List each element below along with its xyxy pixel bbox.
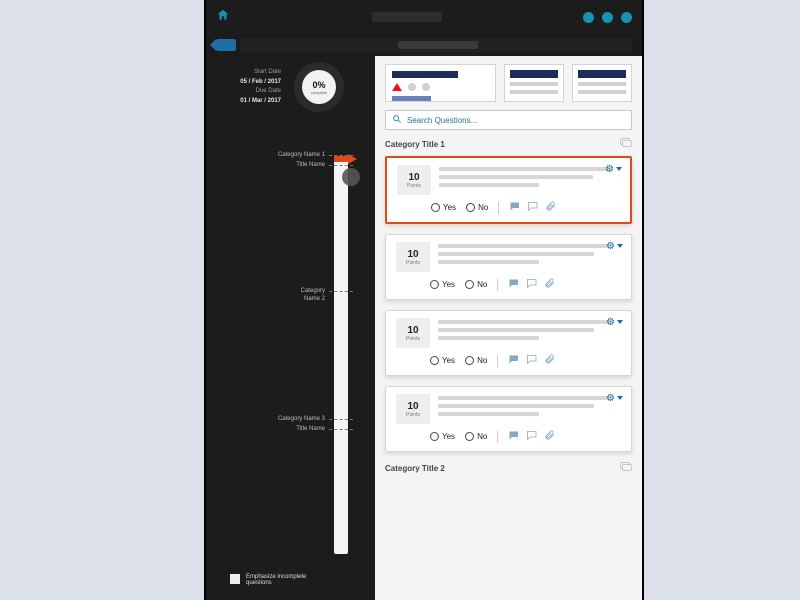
home-icon[interactable]: [216, 8, 230, 26]
title-placeholder: [372, 12, 442, 22]
summary-mini-card[interactable]: [572, 64, 632, 102]
emphasize-toggle[interactable]: Emphasize incomplete questions: [230, 574, 306, 586]
minimap-label: Category Name 3: [278, 416, 325, 424]
answer-yes[interactable]: Yes: [430, 280, 455, 289]
gear-icon[interactable]: ⚙: [605, 164, 622, 175]
status-icon: [408, 83, 416, 91]
comment-outline-icon[interactable]: [527, 201, 539, 214]
category-header: Category Title 2: [385, 462, 632, 474]
minimap-label: Category Name 1: [278, 152, 325, 160]
minimap-sublabel: Title Name: [296, 426, 325, 434]
comment-outline-icon[interactable]: [526, 354, 538, 367]
gear-icon[interactable]: ⚙: [606, 317, 623, 328]
minimap-sublabel: Title Name: [296, 162, 325, 170]
start-date-value: 05 / Feb / 2017: [226, 78, 281, 88]
answer-yes[interactable]: Yes: [431, 203, 456, 212]
chat-icon[interactable]: [620, 462, 632, 474]
attachment-icon[interactable]: [544, 430, 556, 443]
search-icon: [392, 111, 402, 129]
minimap-marker[interactable]: [334, 156, 348, 162]
alert-icon: [392, 83, 402, 91]
subtitle-placeholder: [398, 41, 478, 49]
category-header: Category Title 1: [385, 138, 632, 150]
content-panel: Category Title 1 ⚙ 10 Points: [375, 56, 642, 600]
answer-no[interactable]: No: [465, 280, 487, 289]
app-stage: Start Date 05 / Feb / 2017 Due Date 01 /…: [0, 0, 800, 600]
answer-no[interactable]: No: [465, 356, 487, 365]
progress-ring: 0% complete: [294, 62, 344, 112]
answer-no[interactable]: No: [466, 203, 488, 212]
status-dot[interactable]: [583, 12, 594, 23]
sidebar: Start Date 05 / Feb / 2017 Due Date 01 /…: [206, 56, 375, 600]
attachment-icon[interactable]: [544, 354, 556, 367]
question-card[interactable]: ⚙ 10Points Yes No: [385, 386, 632, 452]
attachment-icon[interactable]: [544, 278, 556, 291]
answer-yes[interactable]: Yes: [430, 432, 455, 441]
top-bar: [206, 0, 642, 34]
status-icon: [422, 83, 430, 91]
date-block: Start Date 05 / Feb / 2017 Due Date 01 /…: [226, 68, 281, 106]
comment-filled-icon[interactable]: [509, 201, 521, 214]
attachment-icon[interactable]: [545, 201, 557, 214]
minimap-knob[interactable]: [342, 168, 360, 186]
comment-outline-icon[interactable]: [526, 430, 538, 443]
header-cards: [375, 56, 642, 110]
question-card[interactable]: ⚙ 10 Points Yes No: [385, 156, 632, 224]
chevron-down-icon: [616, 167, 622, 171]
status-dot[interactable]: [602, 12, 613, 23]
question-card[interactable]: ⚙ 10Points Yes No: [385, 310, 632, 376]
answer-no[interactable]: No: [465, 432, 487, 441]
search-input[interactable]: [407, 116, 625, 125]
answer-yes[interactable]: Yes: [430, 356, 455, 365]
comment-filled-icon[interactable]: [508, 354, 520, 367]
back-button[interactable]: [216, 39, 236, 51]
question-text-placeholder: [439, 165, 620, 195]
minimap-track[interactable]: [334, 156, 348, 554]
category-title: Category Title 2: [385, 464, 445, 473]
minimap-label: CategoryName 2: [301, 288, 325, 304]
progress-sublabel: complete: [311, 90, 327, 95]
gear-icon[interactable]: ⚙: [606, 393, 623, 404]
due-date-value: 01 / Mar / 2017: [226, 97, 281, 107]
progress-percent: 0%: [312, 80, 325, 90]
summary-mini-card[interactable]: [504, 64, 564, 102]
summary-card[interactable]: [385, 64, 496, 102]
search-field[interactable]: [385, 110, 632, 130]
points-box: 10 Points: [397, 165, 431, 195]
start-date-label: Start Date: [254, 69, 281, 75]
gear-icon[interactable]: ⚙: [606, 241, 623, 252]
status-dots: [583, 12, 632, 23]
device-frame: Start Date 05 / Feb / 2017 Due Date 01 /…: [204, 0, 644, 600]
question-card[interactable]: ⚙ 10Points Yes No: [385, 234, 632, 300]
due-date-label: Due Date: [256, 88, 281, 94]
sub-bar: [206, 34, 642, 56]
comment-filled-icon[interactable]: [508, 278, 520, 291]
checkbox-icon[interactable]: [230, 574, 240, 584]
category-title: Category Title 1: [385, 140, 445, 149]
comment-filled-icon[interactable]: [508, 430, 520, 443]
comment-outline-icon[interactable]: [526, 278, 538, 291]
chat-icon[interactable]: [620, 138, 632, 150]
status-dot[interactable]: [621, 12, 632, 23]
